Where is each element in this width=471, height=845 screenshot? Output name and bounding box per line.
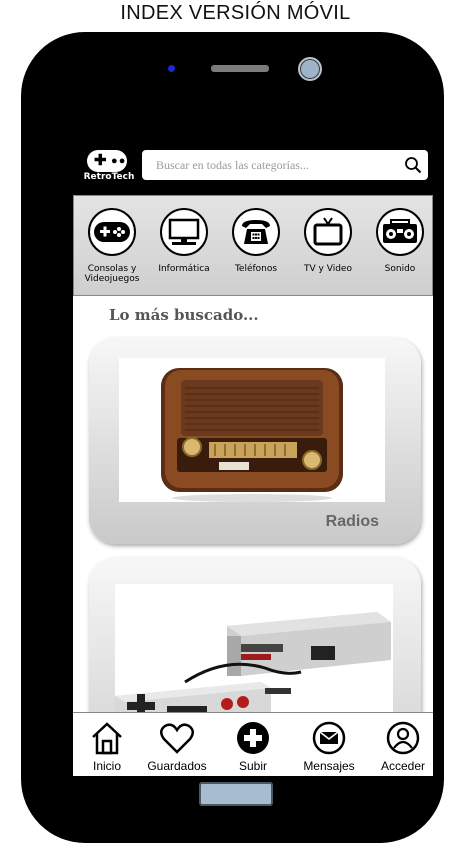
- phone-screen: ✚ ● ● RetroTech Buscar en todas las cate…: [73, 140, 433, 776]
- category-label: Teléfonos: [234, 264, 278, 274]
- logo-text: RetroTech: [83, 172, 135, 182]
- bottom-nav: Inicio Guardados Subir Mensajes Acceder: [73, 712, 433, 776]
- category-label: Sonido: [384, 264, 416, 274]
- sensor-dot: [168, 65, 175, 72]
- plus-circle-icon: [215, 719, 291, 757]
- search-icon[interactable]: [404, 156, 422, 174]
- boombox-icon: [376, 208, 424, 256]
- envelope-icon: [291, 719, 367, 757]
- nav-acceder[interactable]: Acceder: [365, 719, 433, 773]
- home-button[interactable]: [199, 782, 273, 806]
- category-informatica[interactable]: Informática: [148, 208, 220, 274]
- front-camera: [298, 57, 322, 81]
- user-icon: [365, 719, 433, 757]
- gamepad-icon: [88, 208, 136, 256]
- nav-guardados[interactable]: Guardados: [139, 719, 215, 773]
- section-title: Lo más buscado...: [109, 306, 259, 324]
- radio-image: [119, 358, 385, 502]
- speaker-grille: [211, 65, 269, 72]
- nav-mensajes[interactable]: Mensajes: [291, 719, 367, 773]
- category-label: Consolas y Videojuegos: [84, 264, 140, 284]
- retrotech-logo[interactable]: ✚ ● ● RetroTech: [77, 150, 137, 184]
- telephone-icon: [232, 208, 280, 256]
- category-bar: Consolas y Videojuegos Informática Teléf…: [73, 195, 433, 296]
- category-label: TV y Video: [304, 264, 352, 274]
- page-heading: INDEX VERSIÓN MÓVIL: [120, 2, 351, 24]
- category-sonido[interactable]: Sonido: [364, 208, 433, 274]
- home-icon: [73, 719, 145, 757]
- category-telefonos[interactable]: Teléfonos: [220, 208, 292, 274]
- category-consolas[interactable]: Consolas y Videojuegos: [76, 208, 148, 284]
- nav-subir[interactable]: Subir: [215, 719, 291, 773]
- main-content: Lo más buscado... Radios: [73, 296, 433, 776]
- phone-frame: ✚ ● ● RetroTech Buscar en todas las cate…: [21, 32, 444, 843]
- search-bar[interactable]: [142, 150, 428, 180]
- search-input[interactable]: [150, 150, 402, 180]
- product-card-radios[interactable]: Radios: [89, 338, 421, 544]
- category-tv-video[interactable]: TV y Video: [292, 208, 364, 274]
- monitor-icon: [160, 208, 208, 256]
- tv-icon: [304, 208, 352, 256]
- gamepad-logo-icon: ✚ ● ●: [87, 150, 127, 172]
- category-label: Informática: [158, 264, 210, 274]
- card-label: Radios: [325, 513, 379, 530]
- nav-inicio[interactable]: Inicio: [73, 719, 145, 773]
- heart-icon: [139, 719, 215, 757]
